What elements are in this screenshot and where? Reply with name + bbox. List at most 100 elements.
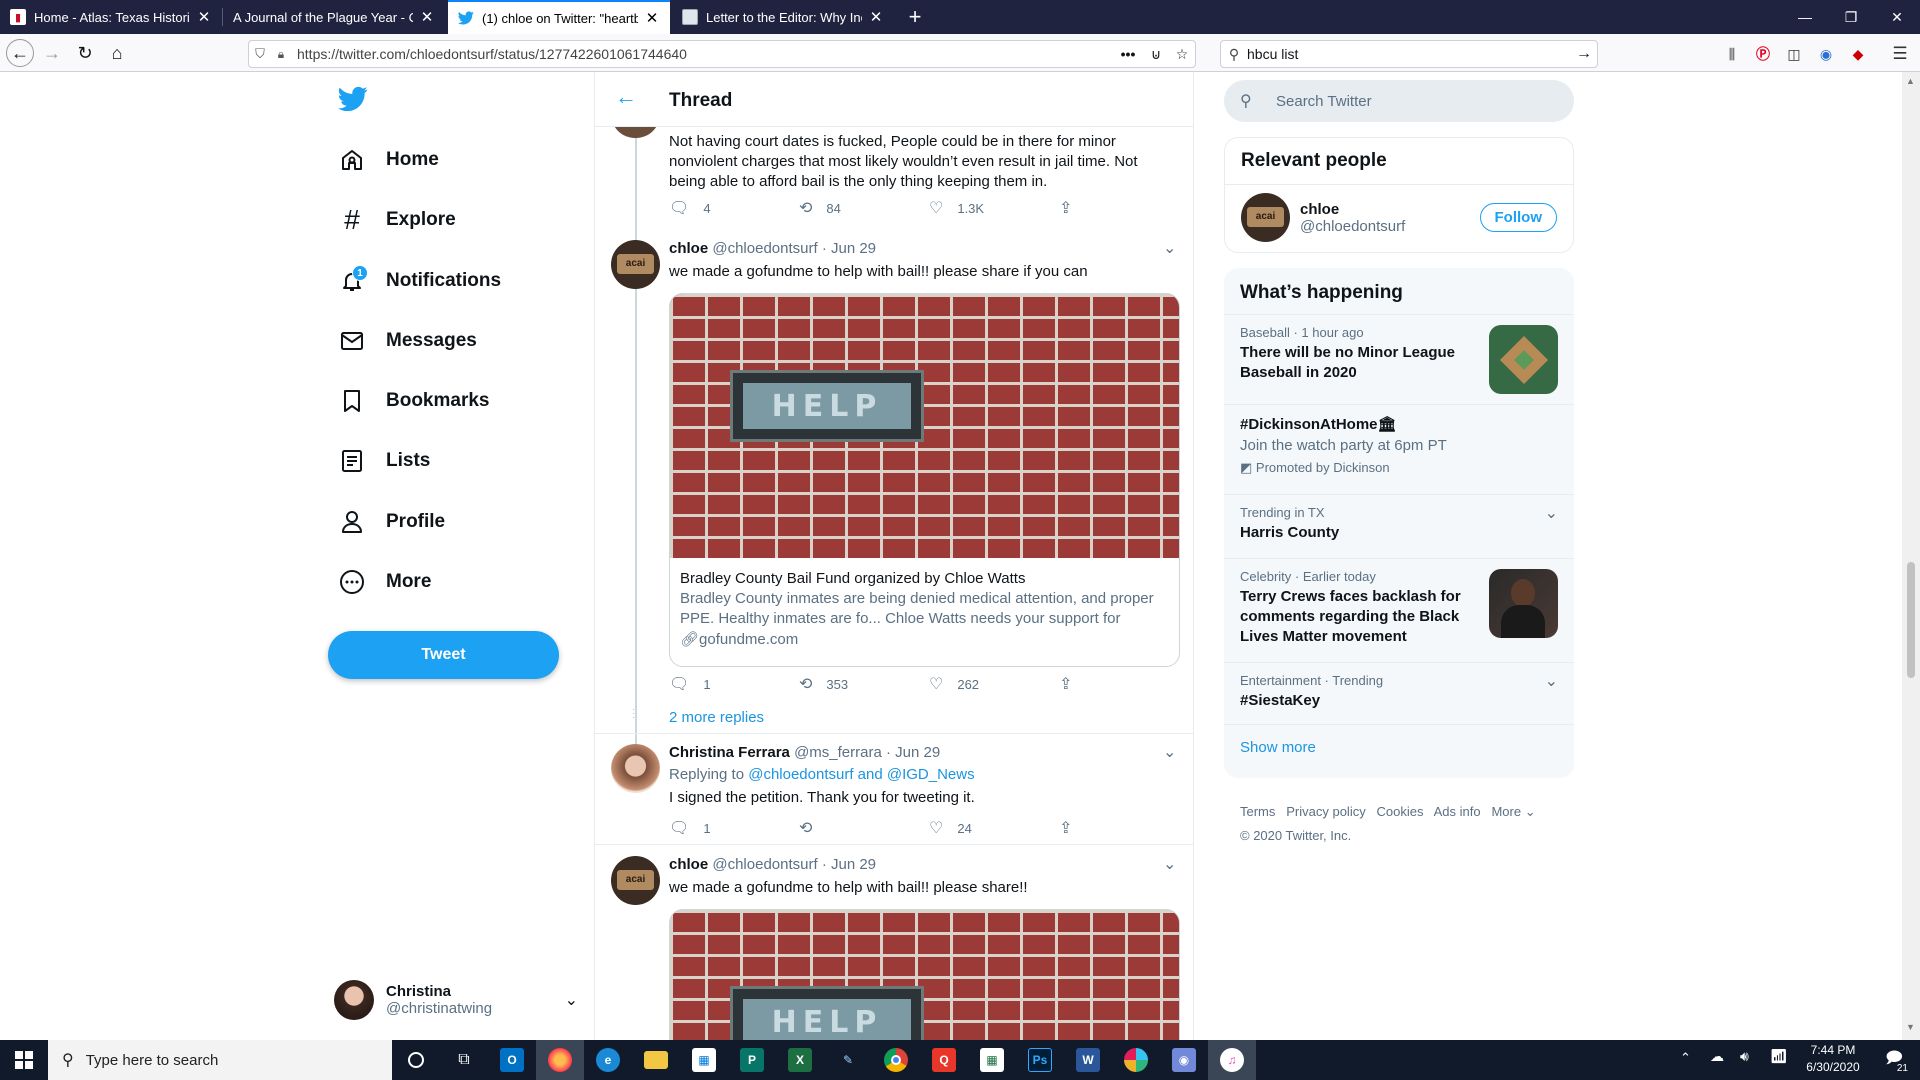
footer-privacy[interactable]: Privacy policy [1286,804,1365,819]
bookmark-star-icon[interactable]: ☆ [1169,46,1195,63]
close-tab-icon[interactable]: ✕ [196,8,212,26]
follow-button[interactable]: Follow [1479,203,1557,232]
file-explorer-icon[interactable] [632,1040,680,1080]
back-arrow-icon[interactable]: ← [615,84,637,110]
pocket-icon[interactable]: ⊍ [1143,46,1169,63]
volume-icon[interactable]: 🔊︎ [1740,1048,1749,1065]
task-view-icon[interactable]: ⧉ [440,1040,488,1080]
tweet-button[interactable]: Tweet [328,631,559,679]
retweet-button[interactable]: ⟲ [799,818,929,838]
account-icon[interactable]: ◉ [1816,44,1836,64]
url-text[interactable]: https://twitter.com/chloedontsurf/status… [297,46,1113,62]
discord-icon[interactable]: ◉ [1160,1040,1208,1080]
close-tab-icon[interactable]: ✕ [868,8,884,26]
trend-item[interactable]: Trending in TX Harris County ⌄ [1224,494,1574,558]
scroll-up-icon[interactable]: ▲ [1906,76,1915,86]
nav-profile[interactable]: Profile [338,502,445,542]
close-tab-icon[interactable]: ✕ [644,9,660,27]
go-arrow-icon[interactable]: → [1571,45,1597,63]
page-actions-icon[interactable]: ••• [1113,46,1143,62]
twitter-logo-icon[interactable] [338,86,372,114]
extension-icon[interactable]: ◆ [1848,44,1868,64]
photoshop-icon[interactable]: Ps [1016,1040,1064,1080]
reply-button[interactable]: 🗨︎ 1 [669,818,799,838]
nav-more[interactable]: More [338,562,431,602]
nav-explore[interactable]: # Explore [338,200,456,240]
share-button[interactable]: ⇪ [1059,674,1189,694]
itunes-icon[interactable]: ♫ [1208,1040,1256,1080]
page-scrollbar[interactable]: ▲ ▼ [1902,72,1920,1040]
pinterest-icon[interactable]: Ⓟ [1753,44,1773,64]
start-button[interactable] [0,1040,48,1080]
nav-notifications[interactable]: 1 Notifications [338,261,501,301]
cortana-icon[interactable] [392,1040,440,1080]
more-replies-link[interactable]: 2 more replies [669,709,764,726]
pen-app-icon[interactable]: ✎ [824,1040,872,1080]
close-tab-icon[interactable]: ✕ [419,8,435,26]
search-input[interactable]: hbcu list [1247,46,1571,62]
trend-item[interactable]: Celebrity · Earlier today Terry Crews fa… [1224,558,1574,662]
twitter-search-box[interactable]: ⚲ Search Twitter [1224,80,1574,122]
search-bar[interactable]: ⚲ hbcu list → [1220,40,1598,68]
word-icon[interactable]: W [1064,1040,1112,1080]
chevron-down-icon[interactable]: ⌄ [1163,854,1176,874]
tab-twitter-active[interactable]: (1) chloe on Twitter: "heartbreaki ✕ [448,0,670,34]
excel-icon[interactable]: X [776,1040,824,1080]
chevron-down-icon[interactable]: ⌄ [1545,503,1558,523]
chrome-icon[interactable] [872,1040,920,1080]
show-more-link[interactable]: Show more [1224,724,1574,766]
back-button[interactable]: ← [6,39,34,67]
nav-lists[interactable]: Lists [338,441,430,481]
quizlet-icon[interactable]: Q [920,1040,968,1080]
lock-icon[interactable]: 🔒︎ [271,47,291,62]
reply-button[interactable]: 🗨︎ 1 [669,674,799,694]
help-brick-image[interactable]: HELP [669,909,1180,1040]
url-bar[interactable]: ⛉ 🔒︎ https://twitter.com/chloedontsurf/s… [248,40,1196,68]
footer-terms[interactable]: Terms [1240,804,1275,819]
slack-icon[interactable] [1112,1040,1160,1080]
wifi-icon[interactable]: 📶︎ [1770,1048,1788,1065]
scroll-down-icon[interactable]: ▼ [1906,1022,1915,1032]
spreadsheet-app-icon[interactable]: ▦ [968,1040,1016,1080]
footer-cookies[interactable]: Cookies [1377,804,1424,819]
clock[interactable]: 7:44 PM 6/30/2020 [1796,1042,1870,1078]
share-button[interactable]: ⇪ [1059,818,1189,838]
outlook-icon[interactable]: O [488,1040,536,1080]
firefox-icon[interactable] [536,1040,584,1080]
show-hidden-icons[interactable]: ⌃ [1680,1050,1691,1066]
account-switcher[interactable]: Christina @christinatwing ⌄ [334,975,578,1025]
nav-bookmarks[interactable]: Bookmarks [338,381,490,421]
menu-icon[interactable]: ☰ [1890,44,1910,64]
like-button[interactable]: ♡ 1.3K [929,198,1059,218]
like-button[interactable]: ♡ 24 [929,818,1059,838]
taskbar-search[interactable]: ⚲ Type here to search [48,1040,392,1080]
publisher-icon[interactable]: P [728,1040,776,1080]
retweet-button[interactable]: ⟲ 353 [799,674,929,694]
footer-more[interactable]: More [1491,804,1521,819]
tab-atlas[interactable]: ▮ Home - Atlas: Texas Historical C ✕ [0,0,222,34]
tab-journal[interactable]: A Journal of the Plague Year - Covid ✕ [223,0,445,34]
minimize-button[interactable]: — [1782,0,1828,34]
store-icon[interactable]: ▦ [680,1040,728,1080]
close-window-button[interactable]: ✕ [1874,0,1920,34]
new-tab-button[interactable]: + [898,0,932,34]
twitter-search-input[interactable]: Search Twitter [1276,93,1372,110]
trend-item[interactable]: Entertainment · Trending #SiestaKey ⌄ [1224,662,1574,724]
link-card[interactable]: HELP Bradley County Bail Fund organized … [669,293,1180,667]
library-icon[interactable]: ⫼ [1722,44,1742,64]
scrollbar-thumb[interactable] [1907,562,1915,678]
home-icon[interactable]: ⌂ [103,39,131,67]
nav-messages[interactable]: Messages [338,321,477,361]
chevron-down-icon[interactable]: ⌄ [1163,742,1176,762]
tab-letter[interactable]: Letter to the Editor: Why Increas ✕ [672,0,894,34]
chevron-down-icon[interactable]: ⌄ [1545,671,1558,691]
chevron-down-icon[interactable]: ⌄ [1163,238,1176,258]
reload-button[interactable]: ↻ [71,39,99,67]
shield-icon[interactable]: ⛉ [249,46,271,62]
reply-button[interactable]: 🗨︎ 4 [669,198,799,218]
like-button[interactable]: ♡ 262 [929,674,1059,694]
sidebar-icon[interactable]: ◫ [1784,44,1804,64]
action-center[interactable]: 🗩︎ 21 [1876,1044,1912,1076]
retweet-button[interactable]: ⟲ 84 [799,198,929,218]
trend-item[interactable]: Baseball · 1 hour ago There will be no M… [1224,314,1574,404]
